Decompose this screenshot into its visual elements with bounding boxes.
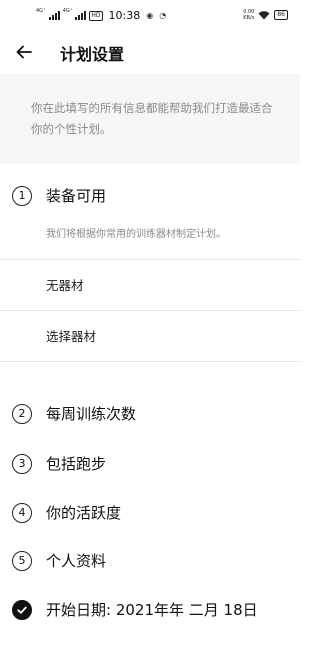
start-date-label: 开始日期: 2021年年 二月 18日 <box>46 601 258 619</box>
net-speed: 0.00 KB/s <box>243 9 254 21</box>
step-weekly-frequency-label: 每周训练次数 <box>46 405 137 423</box>
step-include-running[interactable]: 3 包括跑步 <box>12 453 106 474</box>
status-bar-right: 0.00 KB/s 86 <box>243 9 288 21</box>
step-number-2: 2 <box>12 403 32 424</box>
step-profile-label: 个人资料 <box>46 552 107 570</box>
option-no-equipment[interactable]: 无器材 <box>0 260 300 308</box>
checkmark-icon <box>17 606 27 614</box>
intro-text: 你在此填写的所有信息都能帮助我们打造最适合你的个性计划。 <box>31 101 273 136</box>
step-weekly-frequency[interactable]: 2 每周训练次数 <box>12 403 136 424</box>
signal-label-1: 4G⁺ <box>36 8 46 14</box>
step-profile[interactable]: 5 个人资料 <box>12 550 106 571</box>
step-number-1: 1 <box>12 185 32 206</box>
status-time: 10:38 <box>108 9 141 22</box>
notification-icon: ◉ <box>146 11 154 20</box>
step-start-date[interactable]: 开始日期: 2021年年 二月 18日 <box>12 599 258 620</box>
wifi-icon <box>258 11 270 20</box>
option-no-equipment-label: 无器材 <box>46 278 84 293</box>
step-equipment-description: 我们将根据你常用的训练器材制定计划。 <box>46 229 226 240</box>
divider <box>0 361 300 362</box>
step-number-4: 4 <box>12 502 32 523</box>
battery-icon: 86 <box>274 10 288 20</box>
page-title: 计划设置 <box>60 45 125 64</box>
status-bar: 4G⁺ 4G⁺ HD 10:38 ◉ ◔ 0.00 KB/s 86 <box>0 0 300 30</box>
check-circle-icon <box>12 599 32 620</box>
back-arrow-icon[interactable] <box>14 42 34 62</box>
signal-label-2: 4G⁺ <box>62 8 73 14</box>
app-notification-icon: ◔ <box>159 11 167 20</box>
option-select-equipment-label: 选择器材 <box>46 329 97 344</box>
step-equipment[interactable]: 1 装备可用 <box>12 185 106 206</box>
intro-section: 你在此填写的所有信息都能帮助我们打造最适合你的个性计划。 <box>0 74 300 164</box>
hd-badge: HD <box>89 10 103 21</box>
app-header: 计划设置 <box>0 30 300 74</box>
step-activity-level[interactable]: 4 你的活跃度 <box>12 502 121 523</box>
step-equipment-title: 装备可用 <box>46 187 107 205</box>
status-bar-left: 4G⁺ 4G⁺ HD 10:38 ◉ ◔ <box>36 8 167 23</box>
step-number-5: 5 <box>12 550 32 571</box>
step-number-3: 3 <box>12 453 32 474</box>
option-select-equipment[interactable]: 选择器材 <box>0 311 300 359</box>
signal-bars-1-icon <box>48 11 60 20</box>
net-speed-unit: KB/s <box>243 15 255 21</box>
step-activity-level-label: 你的活跃度 <box>46 504 122 522</box>
signal-bars-2-icon <box>75 11 87 20</box>
step-include-running-label: 包括跑步 <box>46 455 107 473</box>
